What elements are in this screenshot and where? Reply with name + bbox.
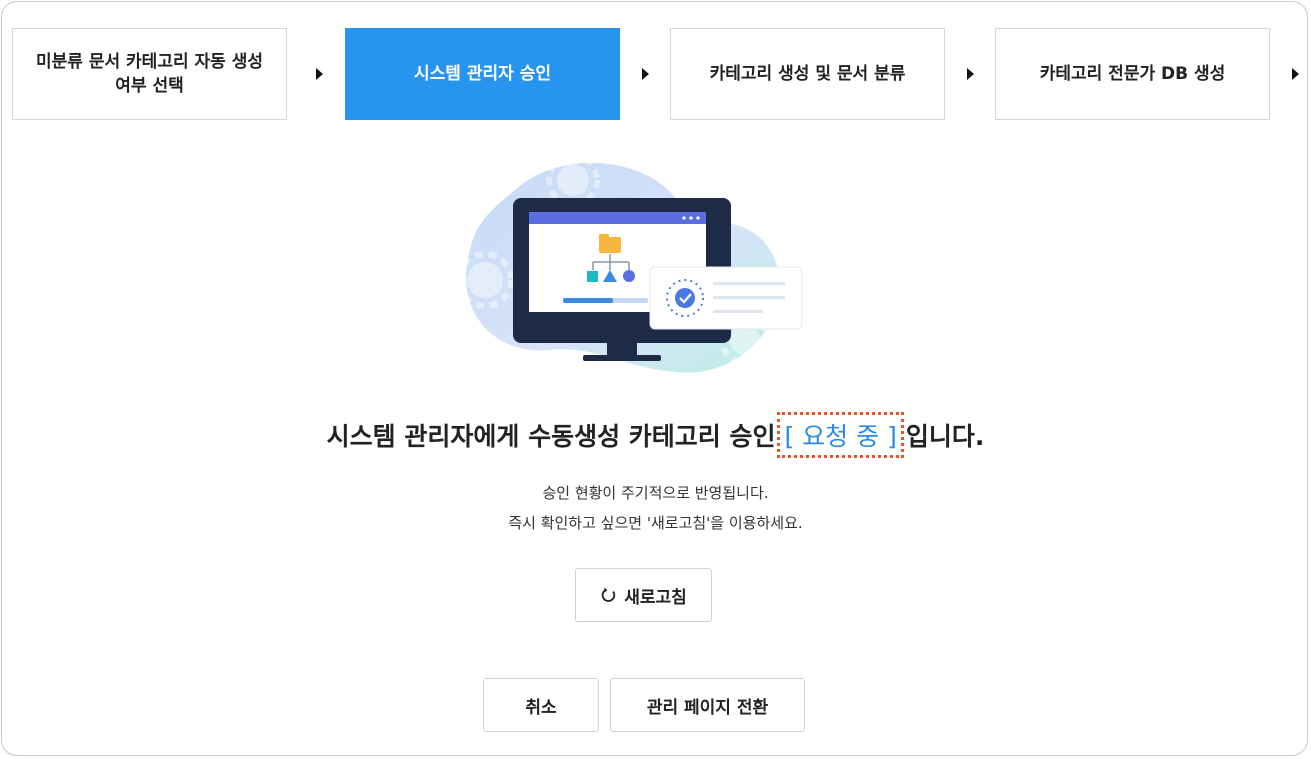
status-description: 승인 현황이 주기적으로 반영됩니다. 즉시 확인하고 싶으면 '새로고침'을 … xyxy=(0,478,1311,538)
description-line2: 즉시 확인하고 싶으면 '새로고침'을 이용하세요. xyxy=(508,514,803,532)
cancel-button[interactable]: 취소 xyxy=(483,678,599,732)
refresh-icon xyxy=(601,587,616,602)
step-create-category: 카테고리 생성 및 문서 분류 xyxy=(670,28,945,120)
refresh-button[interactable]: 새로고침 xyxy=(575,568,712,622)
step-arrow-icon xyxy=(1292,68,1299,80)
step-label: 시스템 관리자 승인 xyxy=(414,64,551,84)
step-label: 카테고리 생성 및 문서 분류 xyxy=(709,64,906,84)
step-select-auto-generation: 미분류 문서 카테고리 자동 생성 여부 선택 xyxy=(12,28,287,120)
admin-approval-illustration xyxy=(456,153,803,373)
headline-suffix: 입니다. xyxy=(905,422,985,451)
step-arrow-icon xyxy=(316,68,323,80)
step-arrow-icon xyxy=(967,68,974,80)
progress-stepper: 미분류 문서 카테고리 자동 생성 여부 선택 시스템 관리자 승인 카테고리 … xyxy=(12,28,1307,120)
step-arrow-icon xyxy=(642,68,649,80)
step-label: 카테고리 전문가 DB 생성 xyxy=(1039,64,1226,84)
step-label-line1: 미분류 문서 카테고리 자동 생성 xyxy=(36,52,263,72)
step-label-line2: 여부 선택 xyxy=(115,76,184,96)
step-expert-db: 카테고리 전문가 DB 생성 xyxy=(995,28,1270,120)
step-admin-approval: 시스템 관리자 승인 xyxy=(345,28,620,120)
request-status-badge: [ 요청 중 ] xyxy=(777,412,904,458)
refresh-label: 새로고침 xyxy=(624,587,687,608)
switch-admin-page-button[interactable]: 관리 페이지 전환 xyxy=(610,678,805,732)
cancel-label: 취소 xyxy=(525,697,557,718)
approval-status-headline: 시스템 관리자에게 수동생성 카테고리 승인[ 요청 중 ] 입니다. xyxy=(0,412,1311,458)
description-line1: 승인 현황이 주기적으로 반영됩니다. xyxy=(542,484,769,502)
headline-text: 시스템 관리자에게 수동생성 카테고리 승인 xyxy=(326,422,776,451)
switch-admin-page-label: 관리 페이지 전환 xyxy=(646,697,769,718)
